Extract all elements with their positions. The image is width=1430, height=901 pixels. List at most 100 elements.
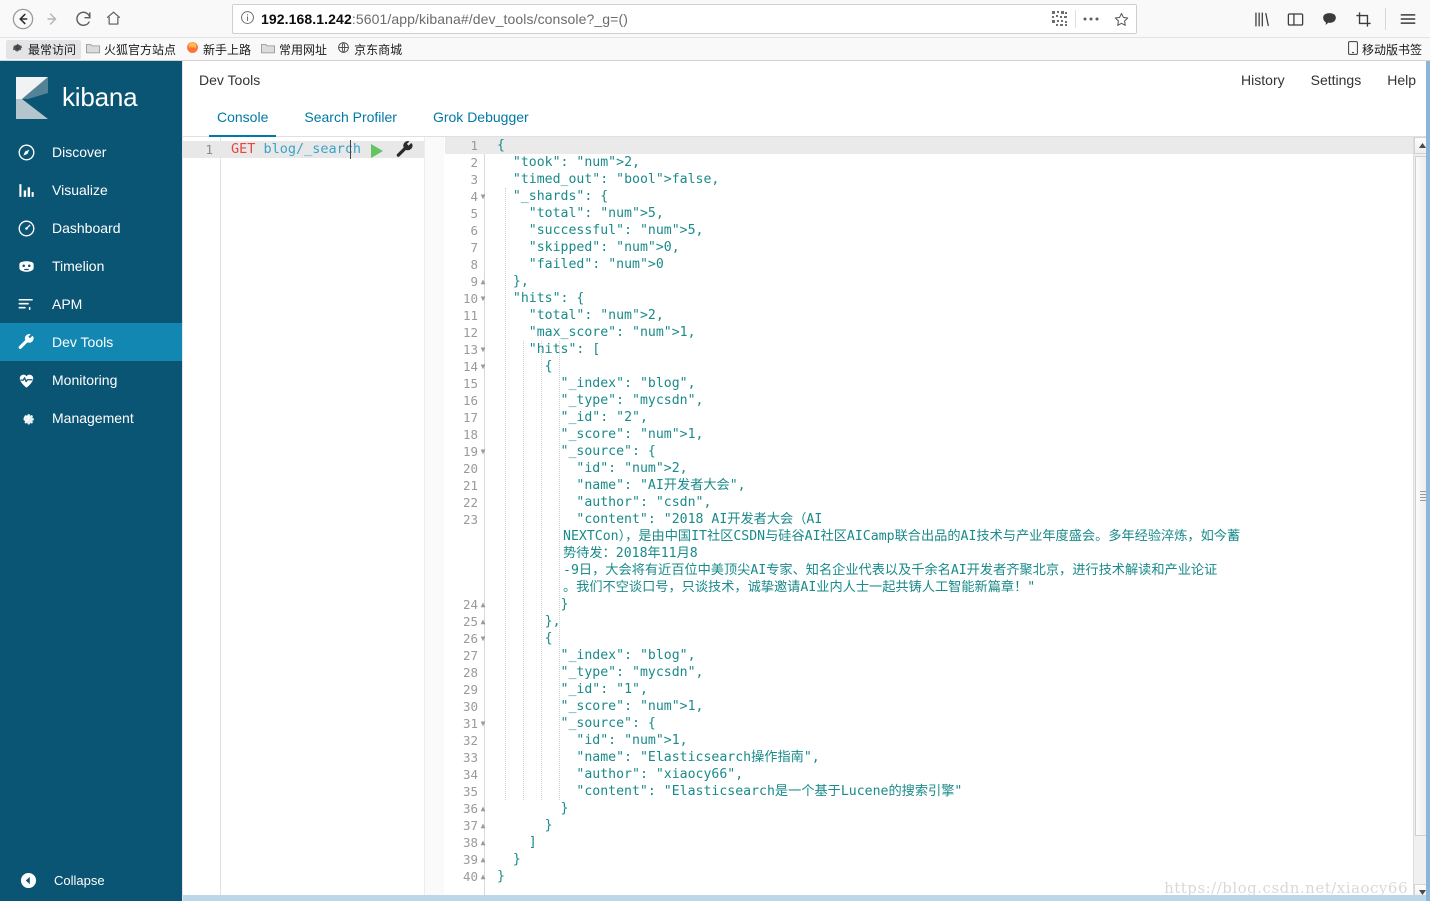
run-request-icon[interactable] bbox=[371, 144, 383, 158]
fold-expand-icon[interactable]: ▲ bbox=[479, 273, 487, 290]
tab-console[interactable]: Console bbox=[199, 109, 286, 137]
kibana-logo[interactable]: kibana bbox=[0, 61, 182, 133]
output-line-number: 3 bbox=[470, 172, 478, 187]
fold-collapse-icon[interactable]: ▼ bbox=[479, 341, 487, 358]
fold-collapse-icon[interactable]: ▼ bbox=[479, 443, 487, 460]
output-line-text: "took": "num">2, bbox=[512, 155, 640, 170]
sidebar-item-label: APM bbox=[52, 296, 83, 312]
header-links: History Settings Help bbox=[1241, 61, 1416, 98]
output-wrapped-line: 势待发：2018年11月8 bbox=[445, 545, 1430, 562]
output-line-text: "name": "Elasticsearch操作指南", bbox=[576, 750, 820, 765]
output-line-text: } bbox=[497, 597, 569, 612]
library-icon[interactable] bbox=[1245, 3, 1277, 35]
back-button[interactable] bbox=[8, 4, 38, 34]
bookmark-item-firefox-site[interactable]: 火狐官方站点 bbox=[81, 40, 181, 59]
output-line-number: 20 bbox=[462, 461, 478, 476]
editor-request-line[interactable]: GET blog/_search bbox=[231, 141, 361, 158]
url-host: 192.168.1.242 bbox=[261, 11, 352, 27]
output-line-text: "_shards": { bbox=[512, 189, 609, 204]
tab-grok-debugger[interactable]: Grok Debugger bbox=[415, 109, 547, 136]
output-line-number: 5 bbox=[470, 206, 478, 221]
request-editor[interactable]: 1 GET blog/_search bbox=[183, 137, 445, 901]
fold-expand-icon[interactable]: ▲ bbox=[479, 851, 487, 868]
output-line-number: 27 bbox=[462, 648, 478, 663]
request-path: blog/_search bbox=[263, 141, 362, 157]
url-bar[interactable]: 192.168.1.242:5601/app/kibana#/dev_tools… bbox=[232, 4, 1137, 34]
collapse-left-icon bbox=[18, 871, 38, 890]
output-line: 4 ▼ "_shards": { bbox=[445, 188, 1430, 205]
bookmark-item-jd[interactable]: 京东商城 bbox=[332, 40, 407, 59]
output-line-text: "_index": "blog", bbox=[560, 648, 696, 663]
sidebar-item-dev-tools[interactable]: Dev Tools bbox=[0, 323, 182, 361]
sidebar-icon[interactable] bbox=[1279, 3, 1311, 35]
bookmark-label: 新手上路 bbox=[203, 42, 252, 57]
output-line-text: "hits": { bbox=[512, 291, 585, 306]
fold-expand-icon[interactable]: ▲ bbox=[479, 596, 487, 613]
forward-button[interactable] bbox=[38, 4, 68, 34]
sidebar-item-dashboard[interactable]: Dashboard bbox=[0, 209, 182, 247]
output-line-number: 17 bbox=[462, 410, 478, 425]
bookmark-item-most-visited[interactable]: 最常访问 bbox=[6, 39, 82, 59]
sidebar-item-label: Visualize bbox=[52, 182, 108, 198]
sidebar-item-visualize[interactable]: Visualize bbox=[0, 171, 182, 209]
output-line-number: 37 bbox=[462, 818, 478, 833]
output-line: 38 ▲ ] bbox=[445, 834, 1430, 851]
tab-search-profiler[interactable]: Search Profiler bbox=[286, 109, 415, 136]
home-button[interactable] bbox=[98, 4, 128, 34]
fold-expand-icon[interactable]: ▲ bbox=[479, 817, 487, 834]
output-line-text: "skipped": "num">0, bbox=[528, 240, 680, 255]
output-line: 22 "author": "csdn", bbox=[445, 494, 1430, 511]
fold-collapse-icon[interactable]: ▼ bbox=[479, 715, 487, 732]
output-line-number: 39 bbox=[462, 852, 478, 867]
fold-expand-icon[interactable]: ▲ bbox=[479, 834, 487, 851]
output-line-text: "content": "Elasticsearch是一个基于Lucene的搜索引… bbox=[576, 784, 963, 799]
more-actions-icon[interactable] bbox=[1076, 5, 1106, 33]
fold-expand-icon[interactable]: ▲ bbox=[479, 868, 487, 885]
help-link[interactable]: Help bbox=[1387, 72, 1416, 88]
output-wrapped-line: -9日，大会将有近百位中美顶尖AI专家、知名企业代表以及千余名AI开发者齐聚北京… bbox=[445, 562, 1430, 579]
sidebar-item-monitoring[interactable]: Monitoring bbox=[0, 361, 182, 399]
wrench-icon[interactable] bbox=[395, 140, 415, 160]
output-line: 5 "total": "num">5, bbox=[445, 205, 1430, 222]
fold-expand-icon[interactable]: ▲ bbox=[479, 800, 487, 817]
sidebar-item-apm[interactable]: APM bbox=[0, 285, 182, 323]
hamburger-menu-icon[interactable] bbox=[1392, 3, 1424, 35]
bookmark-item-newbie[interactable]: 新手上路 bbox=[181, 40, 256, 59]
fold-collapse-icon[interactable]: ▼ bbox=[479, 188, 487, 205]
page-info-icon[interactable] bbox=[233, 10, 261, 28]
pocket-icon[interactable] bbox=[1313, 3, 1345, 35]
qr-code-icon[interactable] bbox=[1045, 5, 1075, 33]
output-line: 36 ▲ } bbox=[445, 800, 1430, 817]
output-line-number: 6 bbox=[470, 223, 478, 238]
fold-expand-icon[interactable]: ▲ bbox=[479, 613, 487, 630]
sidebar-item-discover[interactable]: Discover bbox=[0, 133, 182, 171]
output-line: 34 "author": "xiaocy66", bbox=[445, 766, 1430, 783]
url-text[interactable]: 192.168.1.242:5601/app/kibana#/dev_tools… bbox=[261, 11, 1045, 27]
output-line: 23 "content": "2018 AI开发者大会（AI bbox=[445, 511, 1430, 528]
output-line-text: "author": "csdn", bbox=[576, 495, 712, 510]
fold-collapse-icon[interactable]: ▼ bbox=[479, 358, 487, 375]
fold-collapse-icon[interactable]: ▼ bbox=[479, 290, 487, 307]
page-header: Dev Tools History Settings Help bbox=[183, 61, 1430, 98]
collapse-sidebar-button[interactable]: Collapse bbox=[0, 859, 182, 901]
sidebar-item-timelion[interactable]: Timelion bbox=[0, 247, 182, 285]
screenshot-icon[interactable] bbox=[1347, 3, 1379, 35]
bookmark-star-icon[interactable] bbox=[1106, 5, 1136, 33]
output-line-text: "id": "num">1, bbox=[576, 733, 688, 748]
editor-scroll-strip[interactable] bbox=[424, 137, 444, 901]
sidebar-item-management[interactable]: Management bbox=[0, 399, 182, 437]
output-line-text: } bbox=[497, 852, 521, 867]
response-output[interactable]: 1{2 "took": "num">2, 3 "timed_out": "bool… bbox=[445, 137, 1430, 901]
bar-chart-icon bbox=[16, 181, 36, 200]
fold-collapse-icon[interactable]: ▼ bbox=[479, 630, 487, 647]
settings-link[interactable]: Settings bbox=[1311, 72, 1362, 88]
bookmark-item-common-sites[interactable]: 常用网址 bbox=[256, 40, 332, 59]
sidebar-item-label: Management bbox=[52, 410, 134, 426]
editor-gutter bbox=[183, 137, 221, 901]
output-line: 11 "total": "num">2, bbox=[445, 307, 1430, 324]
history-link[interactable]: History bbox=[1241, 72, 1285, 88]
output-line: 14 ▼ { bbox=[445, 358, 1430, 375]
apm-icon bbox=[16, 295, 36, 314]
reload-button[interactable] bbox=[68, 4, 98, 34]
mobile-bookmarks-button[interactable]: 移动版书签 bbox=[1348, 38, 1422, 61]
